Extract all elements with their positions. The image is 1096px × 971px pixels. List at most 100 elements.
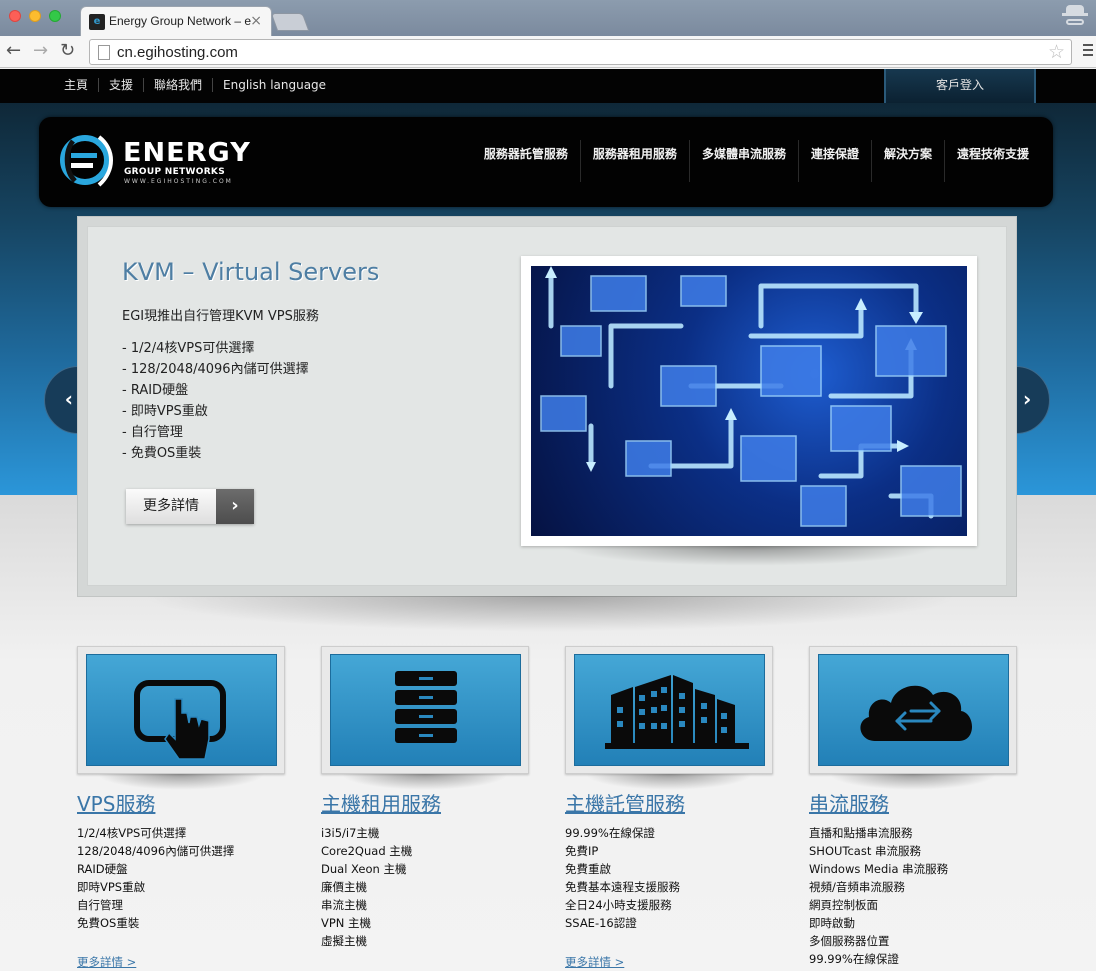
service-panel[interactable] — [574, 654, 765, 766]
list-item: Core2Quad 主機 — [321, 844, 413, 858]
logo-word: ENERGY — [123, 138, 251, 168]
close-window-button[interactable] — [9, 10, 21, 22]
list-item: 免費IP — [565, 844, 599, 858]
back-icon[interactable]: ← — [6, 40, 21, 61]
service-title-colocation[interactable]: 主機託管服務 — [565, 788, 685, 817]
list-item: 免費OS重裝 — [77, 916, 140, 930]
service-list: 1/2/4核VPS可供選擇 128/2048/4096內儲可供選擇 RAID硬盤… — [77, 826, 234, 934]
nav-dedicated[interactable]: 服務器租用服務 — [579, 140, 689, 182]
browser-tab[interactable]: e Energy Group Network – eg × — [80, 6, 272, 36]
service-panel[interactable] — [818, 654, 1009, 766]
address-bar[interactable]: cn.egihosting.com ☆ — [89, 39, 1072, 65]
nav-remote-support[interactable]: 遠程技術支援 — [943, 140, 1041, 182]
list-item: RAID硬盤 — [77, 862, 128, 876]
service-list: 99.99%在線保證 免費IP 免費重啟 免費基本遠程支援服務 全日24小時支援… — [565, 826, 680, 934]
list-item: - 免費OS重裝 — [122, 446, 202, 461]
list-item: SHOUTcast 串流服務 — [809, 844, 922, 858]
top-nav-contact[interactable]: 聯絡我們 — [144, 78, 214, 92]
top-nav-home[interactable]: 主頁 — [64, 78, 100, 92]
forward-icon[interactable]: → — [33, 40, 48, 61]
menu-icon[interactable] — [1083, 44, 1093, 59]
list-item: 虛擬主機 — [321, 934, 367, 948]
list-item: - 1/2/4核VPS可供選擇 — [122, 341, 255, 356]
logo-subtitle: GROUP NETWORKS — [124, 167, 225, 177]
service-panel[interactable] — [330, 654, 521, 766]
nav-colocation[interactable]: 服務器託管服務 — [472, 140, 580, 182]
tab-close-icon[interactable]: × — [250, 13, 262, 29]
logo-url: WWW.EGIHOSTING.COM — [124, 178, 233, 185]
list-item: 廉價主機 — [321, 880, 367, 894]
tab-title: Energy Group Network – eg — [109, 14, 251, 28]
slide-title: KVM – Virtual Servers — [122, 258, 380, 286]
bookmark-star-icon[interactable]: ☆ — [1048, 41, 1065, 63]
reload-icon[interactable]: ↻ — [60, 40, 75, 61]
nav-connectivity[interactable]: 連接保證 — [797, 140, 871, 182]
maximize-window-button[interactable] — [49, 10, 61, 22]
list-item: - 128/2048/4096內儲可供選擇 — [122, 362, 309, 377]
nav-solutions[interactable]: 解決方案 — [870, 140, 944, 182]
list-item: 128/2048/4096內儲可供選擇 — [77, 844, 235, 858]
list-item: - 自行管理 — [122, 425, 183, 440]
service-list: i3i5/i7主機 Core2Quad 主機 Dual Xeon 主機 廉價主機… — [321, 826, 412, 952]
client-login-button[interactable]: 客戶登入 — [884, 69, 1036, 103]
top-nav-support[interactable]: 支援 — [99, 78, 145, 92]
service-image-frame — [77, 646, 285, 774]
page-icon — [98, 45, 110, 60]
list-item: Dual Xeon 主機 — [321, 862, 407, 876]
service-panel[interactable] — [86, 654, 277, 766]
main-nav: 服務器託管服務 服務器租用服務 多媒體串流服務 連接保證 解決方案 遠程技術支援 — [472, 140, 1041, 182]
list-item: 自行管理 — [77, 898, 123, 912]
list-item: i3i5/i7主機 — [321, 826, 380, 840]
list-item: - RAID硬盤 — [122, 383, 189, 398]
service-list: 直播和點播串流服務 SHOUTcast 串流服務 Windows Media 串… — [809, 826, 948, 970]
list-item: 網頁控制板面 — [809, 898, 878, 912]
list-item: 全日24小時支援服務 — [565, 898, 672, 912]
list-item: 1/2/4核VPS可供選擇 — [77, 826, 187, 840]
incognito-icon — [1062, 5, 1088, 29]
new-tab-button[interactable] — [270, 13, 310, 31]
list-item: VPN 主機 — [321, 916, 372, 930]
more-details-label: 更多詳情 — [126, 489, 216, 524]
list-item: 99.99%在線保證 — [565, 826, 655, 840]
browser-titlebar: e Energy Group Network – eg × — [0, 0, 1096, 36]
list-item: 即時VPS重啟 — [77, 880, 146, 894]
slide-feature-list: - 1/2/4核VPS可供選擇 - 128/2048/4096內儲可供選擇 - … — [122, 341, 309, 467]
more-details-link-colocation[interactable]: 更多詳情 > — [565, 954, 624, 970]
list-item: 視頻/音頻串流服務 — [809, 880, 905, 894]
list-item: Windows Media 串流服務 — [809, 862, 949, 876]
list-item: 99.99%在線保證 — [809, 952, 899, 966]
list-item: 串流主機 — [321, 898, 367, 912]
list-item: 免費基本遠程支援服務 — [565, 880, 680, 894]
site-header: ENERGY GROUP NETWORKS WWW.EGIHOSTING.COM… — [39, 117, 1053, 207]
favicon-icon: e — [89, 14, 105, 30]
nav-streaming[interactable]: 多媒體串流服務 — [688, 140, 798, 182]
buildings-icon — [605, 675, 749, 749]
logo-mark-icon — [60, 135, 113, 187]
more-details-link-vps[interactable]: 更多詳情 > — [77, 954, 136, 970]
image-shadow — [560, 546, 940, 566]
url-text[interactable]: cn.egihosting.com — [117, 44, 238, 61]
list-item: 即時啟動 — [809, 916, 855, 930]
slide-intro: EGI現推出自行管理KVM VPS服務 — [122, 309, 319, 324]
list-item: - 即時VPS重啟 — [122, 404, 208, 419]
service-image-frame — [565, 646, 773, 774]
service-title-vps[interactable]: VPS服務 — [77, 788, 155, 817]
minimize-window-button[interactable] — [29, 10, 41, 22]
browser-toolbar: ← → ↻ cn.egihosting.com ☆ — [0, 36, 1096, 68]
cloud-transfer-icon — [860, 685, 972, 741]
server-rack-icon — [395, 671, 457, 743]
top-nav: 主頁 支援 聯絡我們 English language — [64, 78, 336, 92]
service-image-frame — [321, 646, 529, 774]
slider-shadow — [140, 596, 960, 632]
list-item: SSAE-16認證 — [565, 916, 637, 930]
list-item: 直播和點播串流服務 — [809, 826, 913, 840]
service-image-frame — [809, 646, 1017, 774]
top-nav-english[interactable]: English language — [213, 78, 336, 92]
slide-image-network-diagram — [531, 266, 967, 536]
service-title-dedicated[interactable]: 主機租用服務 — [321, 788, 441, 817]
service-title-streaming[interactable]: 串流服務 — [809, 788, 889, 817]
more-details-button[interactable]: 更多詳情 › — [126, 489, 254, 524]
logo[interactable]: ENERGY GROUP NETWORKS WWW.EGIHOSTING.COM — [59, 129, 251, 189]
touchscreen-hand-icon — [134, 680, 226, 760]
list-item: 免費重啟 — [565, 862, 611, 876]
